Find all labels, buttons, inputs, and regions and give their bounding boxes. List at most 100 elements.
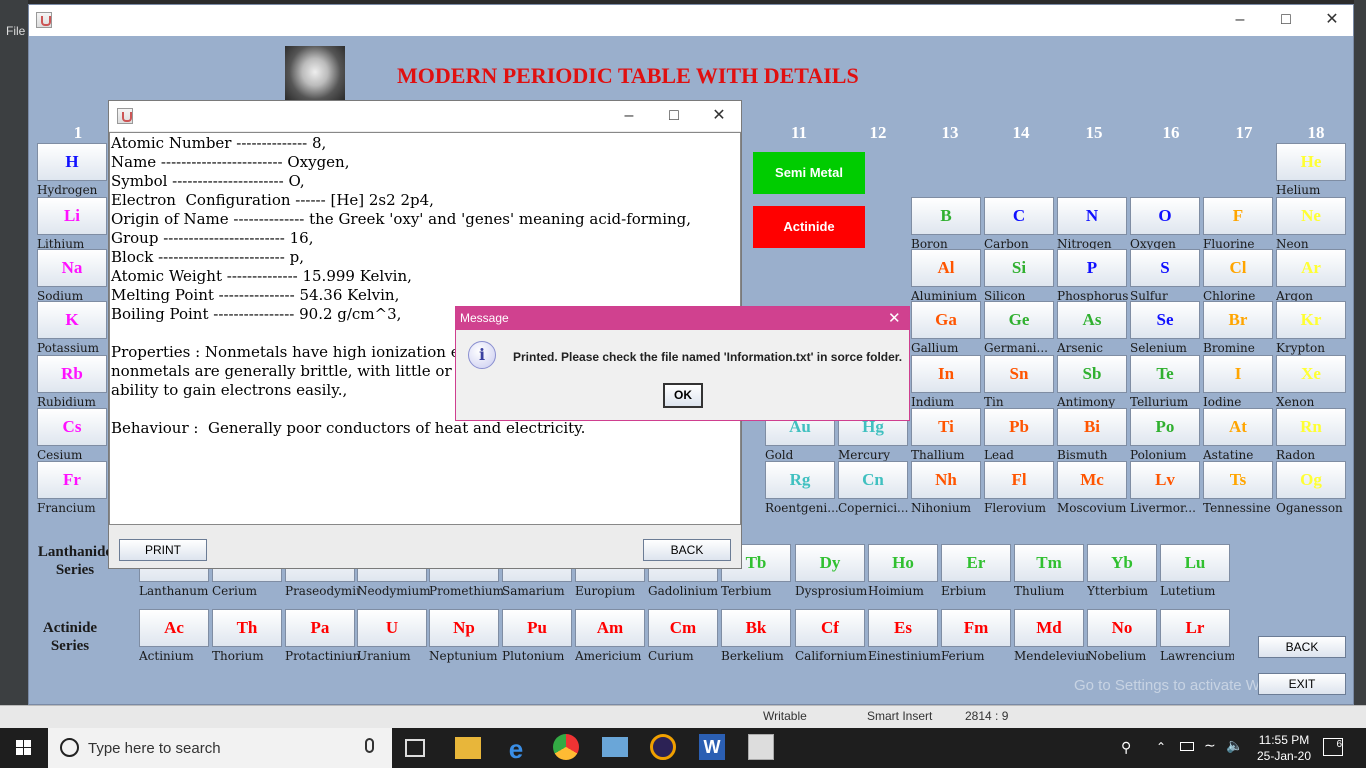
element-button-pu[interactable]: Pu <box>502 609 572 647</box>
element-button-lanthanide-ho[interactable]: Ho <box>868 544 938 582</box>
element-button-s[interactable]: S <box>1130 249 1200 287</box>
element-button-rb[interactable]: Rb <box>37 355 107 393</box>
maximize-icon[interactable]: □ <box>651 101 697 131</box>
element-button-lanthanide-lu[interactable]: Lu <box>1160 544 1230 582</box>
element-button-cl[interactable]: Cl <box>1203 249 1273 287</box>
pc-settings-icon[interactable] <box>602 737 628 757</box>
element-button-am[interactable]: Am <box>575 609 645 647</box>
element-button-i[interactable]: I <box>1203 355 1273 393</box>
element-button-si[interactable]: Si <box>984 249 1054 287</box>
maximize-icon[interactable]: □ <box>1263 5 1309 35</box>
task-view-icon[interactable] <box>405 739 425 757</box>
element-button-al[interactable]: Al <box>911 249 981 287</box>
element-button-po[interactable]: Po <box>1130 408 1200 446</box>
element-button-md[interactable]: Md <box>1014 609 1084 647</box>
element-button-lr[interactable]: Lr <box>1160 609 1230 647</box>
element-button-rn[interactable]: Rn <box>1276 408 1346 446</box>
element-button-ar[interactable]: Ar <box>1276 249 1346 287</box>
element-button-bk[interactable]: Bk <box>721 609 791 647</box>
element-button-h[interactable]: H <box>37 143 107 181</box>
battery-icon[interactable] <box>1180 742 1194 751</box>
element-button-as[interactable]: As <box>1057 301 1127 339</box>
element-button-cs[interactable]: Cs <box>37 408 107 446</box>
minimize-icon[interactable]: – <box>606 101 652 131</box>
element-button-nh[interactable]: Nh <box>911 461 981 499</box>
element-button-in[interactable]: In <box>911 355 981 393</box>
volume-icon[interactable]: 🔈 <box>1226 738 1243 754</box>
exit-button[interactable]: EXIT <box>1258 673 1346 695</box>
print-button[interactable]: PRINT <box>119 539 207 561</box>
element-button-na[interactable]: Na <box>37 249 107 287</box>
element-button-n[interactable]: N <box>1057 197 1127 235</box>
element-button-ac[interactable]: Ac <box>139 609 209 647</box>
word-icon[interactable]: W <box>699 734 725 760</box>
element-button-u[interactable]: U <box>357 609 427 647</box>
file-explorer-icon[interactable] <box>455 737 481 759</box>
element-button-lv[interactable]: Lv <box>1130 461 1200 499</box>
element-button-og[interactable]: Og <box>1276 461 1346 499</box>
element-button-li[interactable]: Li <box>37 197 107 235</box>
minimize-icon[interactable]: – <box>1217 5 1263 35</box>
element-button-th[interactable]: Th <box>212 609 282 647</box>
element-button-k[interactable]: K <box>37 301 107 339</box>
notification-icon[interactable]: 6 <box>1323 738 1343 756</box>
element-button-lanthanide-er[interactable]: Er <box>941 544 1011 582</box>
element-button-np[interactable]: Np <box>429 609 499 647</box>
element-button-o[interactable]: O <box>1130 197 1200 235</box>
element-button-se[interactable]: Se <box>1130 301 1200 339</box>
windows-start-icon[interactable] <box>0 728 48 768</box>
eclipse-icon[interactable] <box>650 734 676 760</box>
element-button-cm[interactable]: Cm <box>648 609 718 647</box>
element-button-xe[interactable]: Xe <box>1276 355 1346 393</box>
element-button-cn[interactable]: Cn <box>838 461 908 499</box>
element-button-ga[interactable]: Ga <box>911 301 981 339</box>
close-icon[interactable]: ✕ <box>888 307 901 330</box>
element-button-p[interactable]: P <box>1057 249 1127 287</box>
element-button-te[interactable]: Te <box>1130 355 1200 393</box>
element-button-at[interactable]: At <box>1203 408 1273 446</box>
detail-back-button[interactable]: BACK <box>643 539 731 561</box>
element-button-sn[interactable]: Sn <box>984 355 1054 393</box>
element-button-ts[interactable]: Ts <box>1203 461 1273 499</box>
java-taskbar-icon[interactable] <box>748 734 774 760</box>
edge-browser-icon[interactable]: e <box>503 734 529 764</box>
ide-file-menu[interactable]: File <box>6 24 25 38</box>
element-button-lanthanide-tm[interactable]: Tm <box>1014 544 1084 582</box>
element-button-mc[interactable]: Mc <box>1057 461 1127 499</box>
people-icon[interactable]: ⚲ <box>1121 740 1131 756</box>
element-button-kr[interactable]: Kr <box>1276 301 1346 339</box>
element-button-lanthanide-yb[interactable]: Yb <box>1087 544 1157 582</box>
main-back-button[interactable]: BACK <box>1258 636 1346 658</box>
ok-button[interactable]: OK <box>663 383 703 408</box>
element-button-he[interactable]: He <box>1276 143 1346 181</box>
element-button-bi[interactable]: Bi <box>1057 408 1127 446</box>
element-button-br[interactable]: Br <box>1203 301 1273 339</box>
element-button-lanthanide-dy[interactable]: Dy <box>795 544 865 582</box>
element-button-no[interactable]: No <box>1087 609 1157 647</box>
element-button-sb[interactable]: Sb <box>1057 355 1127 393</box>
element-button-pa[interactable]: Pa <box>285 609 355 647</box>
element-button-fl[interactable]: Fl <box>984 461 1054 499</box>
taskbar-search-box[interactable]: Type here to search <box>48 728 392 768</box>
element-button-b[interactable]: B <box>911 197 981 235</box>
close-icon[interactable]: ✕ <box>1309 5 1355 35</box>
taskbar-clock[interactable]: 11:55 PM 25-Jan-20 <box>1249 732 1319 764</box>
element-button-ti[interactable]: Ti <box>911 408 981 446</box>
microphone-icon[interactable] <box>365 738 374 753</box>
element-button-pb[interactable]: Pb <box>984 408 1054 446</box>
element-button-ge[interactable]: Ge <box>984 301 1054 339</box>
element-button-c[interactable]: C <box>984 197 1054 235</box>
element-button-fr[interactable]: Fr <box>37 461 107 499</box>
element-button-rg[interactable]: Rg <box>765 461 835 499</box>
element-button-ne[interactable]: Ne <box>1276 197 1346 235</box>
close-icon[interactable]: ✕ <box>696 101 742 131</box>
element-button-es[interactable]: Es <box>868 609 938 647</box>
element-button-cf[interactable]: Cf <box>795 609 865 647</box>
element-button-f[interactable]: F <box>1203 197 1273 235</box>
chrome-icon[interactable] <box>553 734 579 760</box>
semi-metal-category[interactable]: Semi Metal <box>753 152 865 194</box>
wifi-icon[interactable]: ∼ <box>1204 738 1216 754</box>
chevron-up-icon[interactable]: ⌃ <box>1156 740 1166 754</box>
element-button-fm[interactable]: Fm <box>941 609 1011 647</box>
actinide-category[interactable]: Actinide <box>753 206 865 248</box>
